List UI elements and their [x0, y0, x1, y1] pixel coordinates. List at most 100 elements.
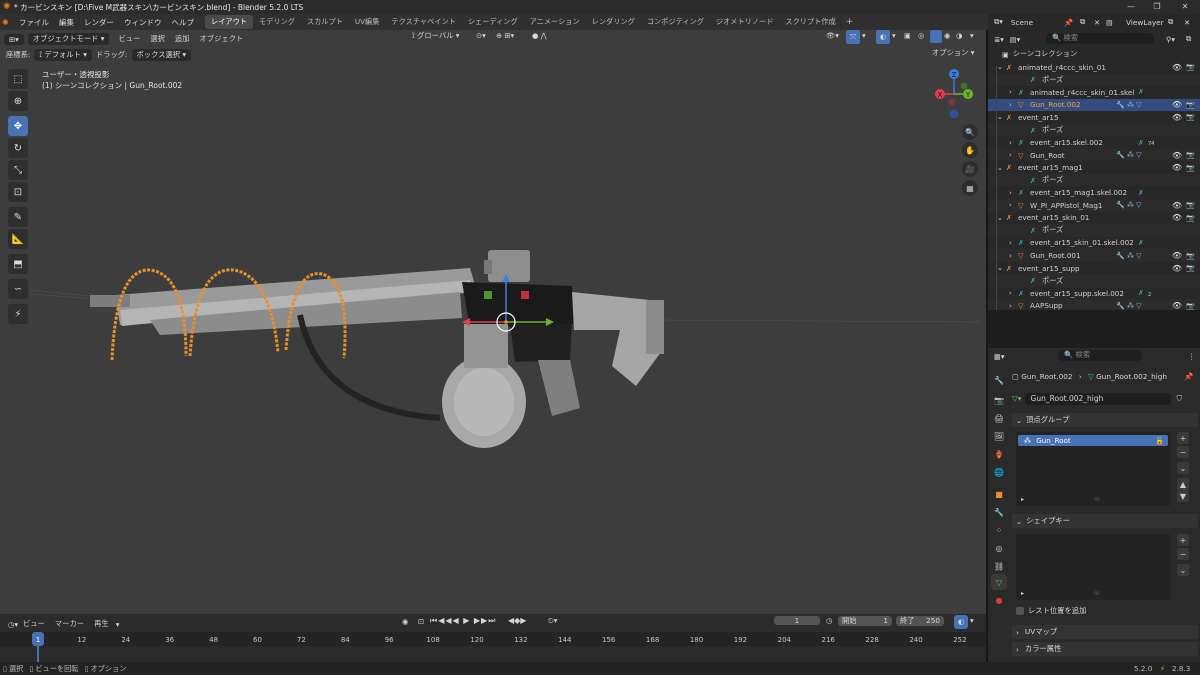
new-view-layer-icon[interactable]: ⧉ [1168, 17, 1173, 27]
pistol-grip[interactable] [538, 360, 580, 416]
chevron-down-icon[interactable]: ⌄ [997, 63, 1003, 71]
eye-icon[interactable]: 👁 [1172, 113, 1182, 122]
outliner-item-pose[interactable]: ✗ ポーズ [988, 73, 1200, 87]
outliner-item-armature-data[interactable]: › ✗ event_ar15_mag1.skel.002 ✗ [988, 187, 1200, 200]
data-tab-icon[interactable]: ▽ [991, 574, 1007, 590]
outliner-item-pose[interactable]: ✗ ポーズ [988, 173, 1200, 187]
current-frame-field[interactable]: 1 [774, 616, 820, 625]
outliner-search-input[interactable]: 🔍 検索 [1046, 33, 1154, 44]
eye-icon[interactable]: 👁 [1172, 264, 1182, 273]
camera-icon[interactable]: 📷 [1186, 252, 1195, 260]
add-shape-key-button[interactable]: + [1177, 534, 1189, 546]
timeline-menu-view[interactable]: ビュー [18, 619, 50, 629]
receiver[interactable] [462, 282, 574, 328]
list-grip-icon[interactable]: ⁞⁞⁞ [1094, 496, 1100, 503]
scene-tab-icon[interactable]: 🏺 [991, 446, 1007, 462]
particles-tab-icon[interactable]: ⁘ [991, 522, 1007, 538]
eye-icon[interactable]: 👁 [1172, 213, 1182, 222]
camera-icon[interactable]: 📷 [1186, 164, 1195, 172]
close-icon[interactable]: ✕ [1172, 0, 1198, 14]
tab-scripting[interactable]: スクリプト作成 [779, 15, 841, 29]
breadcrumb-data[interactable]: Gun_Root.002_high [1096, 372, 1167, 381]
move-up-icon[interactable]: ▲ [1177, 478, 1189, 490]
3d-viewport[interactable]: ⊞▾ オブジェクトモード ▾ ビュー 選択 追加 オブジェクト ⟟ グローバル … [0, 30, 986, 614]
start-frame-field[interactable]: 開始 1 [838, 616, 892, 626]
camera-icon[interactable]: 📷 [1186, 264, 1195, 272]
outliner-item-armature-data[interactable]: › ✗ event_ar15_skin_01.skel.002 ✗ [988, 237, 1200, 250]
outliner-item-armature-data[interactable]: › ✗ event_ar15_supp.skel.002 ✗ 2 [988, 287, 1200, 300]
tool-tab-icon[interactable]: 🔧 [991, 372, 1007, 388]
eye-icon[interactable]: 👁 [1172, 63, 1182, 72]
chevron-right-icon[interactable]: › [1009, 201, 1012, 209]
red-dot-sight[interactable] [488, 250, 530, 282]
sling[interactable] [297, 314, 441, 421]
list-grip-icon[interactable]: ⁞⁞⁞ [1094, 590, 1100, 597]
chevron-down-icon[interactable]: ⌄ [997, 214, 1003, 222]
blender-menu-icon[interactable]: ✺ [2, 18, 14, 27]
new-collection-icon[interactable]: ⧉ [1186, 34, 1191, 44]
playback-controls[interactable]: ⏮◀◀◀ ▶ ▶▶⏭ [430, 616, 496, 626]
vertex-group-specials-icon[interactable]: ⌄ [1177, 462, 1189, 474]
vertex-groups-list[interactable]: ⁂ Gun_Root 🔓 ▸ ⁞⁞⁞ [1016, 432, 1171, 506]
menu-edit[interactable]: 編集 [54, 17, 79, 28]
keying-icon[interactable]: ⊡ [418, 617, 424, 626]
camera-icon[interactable]: 📷 [1186, 151, 1195, 159]
shape-keys-list[interactable]: ▸ ⁞⁞⁞ [1016, 534, 1171, 600]
add-workspace-icon[interactable]: + [846, 17, 854, 27]
outliner-item-mesh[interactable]: › ▽ Gun_Root 🔧 ⁂ ▽ 👁 📷 [988, 148, 1200, 162]
shape-keys-panel-header[interactable]: ⌄ シェイプキー [1012, 514, 1198, 528]
gun-model-scene[interactable] [0, 30, 986, 614]
outliner-item-pose[interactable]: ✗ ポーズ [988, 274, 1200, 287]
modifier-tab-icon[interactable]: 🔧 [991, 504, 1007, 520]
menu-help[interactable]: ヘルプ [167, 17, 200, 28]
outliner-item-mesh[interactable]: › ▽ W_PI_APPistol_Mag1 🔧 ⁂ ▽ 👁 📷 [988, 199, 1200, 212]
list-resize-icon[interactable]: ▸ [1021, 590, 1024, 597]
vertex-group-item[interactable]: ⁂ Gun_Root 🔓 [1018, 435, 1168, 446]
delete-scene-icon[interactable]: ✕ [1094, 18, 1100, 27]
remove-vertex-group-button[interactable]: − [1177, 446, 1189, 458]
list-resize-icon[interactable]: ▸ [1021, 496, 1024, 503]
menu-file[interactable]: ファイル [14, 17, 54, 28]
keyframe-filter-icon[interactable]: ◐ [954, 615, 968, 629]
mesh-data-icon[interactable]: ▽▾ [1012, 394, 1022, 403]
outliner-item-armature[interactable]: ⌄ ✗ event_ar15_mag1 👁 📷 [988, 161, 1200, 174]
maximize-icon[interactable]: ❐ [1144, 0, 1170, 14]
outliner-item-mesh[interactable]: › ▽ Gun_Root.002 🔧 ⁂ ▽ 👁 📷 [988, 98, 1200, 112]
tab-shading[interactable]: シェーディング [462, 15, 524, 29]
chevron-down-icon[interactable]: ⌄ [997, 113, 1003, 121]
tab-uv-editing[interactable]: UV編集 [349, 15, 386, 29]
outliner-item-pose[interactable]: ✗ ポーズ [988, 123, 1200, 137]
tab-rendering[interactable]: レンダリング [586, 15, 641, 29]
constraints-tab-icon[interactable]: ⛓ [991, 558, 1007, 574]
scene-icon[interactable]: ⧉▾ [994, 17, 1003, 27]
tab-compositing[interactable]: コンポジティング [641, 15, 710, 29]
end-frame-field[interactable]: 終了 250 [896, 616, 944, 626]
outliner-item-armature-data[interactable]: › ✗ animated_r4ccc_skin_01.skel ✗ [988, 86, 1200, 99]
auto-key-icon[interactable]: ◉ [402, 617, 408, 626]
view-layer-tab-icon[interactable]: 🖼 [991, 428, 1007, 444]
camera-icon[interactable]: 📷 [1186, 113, 1195, 121]
add-vertex-group-button[interactable]: + [1177, 432, 1189, 444]
outliner-item-armature[interactable]: ⌄ ✗ animated_r4ccc_skin_01 👁 📷 [988, 61, 1200, 74]
outliner-item-pose[interactable]: ✗ ポーズ [988, 224, 1200, 237]
chevron-right-icon[interactable]: › [1009, 151, 1012, 159]
relative-checkbox[interactable] [1016, 607, 1024, 615]
camera-icon[interactable]: 📷 [1186, 302, 1195, 310]
chevron-right-icon[interactable]: › [1009, 88, 1012, 96]
tab-modeling[interactable]: モデリング [253, 15, 301, 29]
outliner-item-armature-data[interactable]: › ✗ event_ar15.skel.002 ✗ 74 [988, 136, 1200, 149]
timeline-menu-playback[interactable]: 再生 [89, 619, 114, 629]
eye-icon[interactable]: 👁 [1172, 100, 1182, 109]
eye-icon[interactable]: 👁 [1172, 251, 1182, 260]
menu-window[interactable]: ウィンドウ [119, 17, 167, 28]
chevron-right-icon[interactable]: › [1009, 239, 1012, 247]
scene-collection-row[interactable]: ▣ シーンコレクション [988, 48, 1200, 61]
new-scene-icon[interactable]: ⧉ [1080, 17, 1085, 27]
eye-icon[interactable]: 👁 [1172, 163, 1182, 172]
tab-sculpt[interactable]: スカルプト [301, 15, 349, 29]
chevron-right-icon[interactable]: › [1009, 252, 1012, 260]
world-tab-icon[interactable]: 🌐 [991, 464, 1007, 480]
properties-editor-type-icon[interactable]: ▦▾ [994, 352, 1005, 361]
mesh-data-name[interactable]: Gun_Root.002_high [1024, 392, 1171, 405]
chevron-right-icon[interactable]: › [1009, 139, 1012, 147]
